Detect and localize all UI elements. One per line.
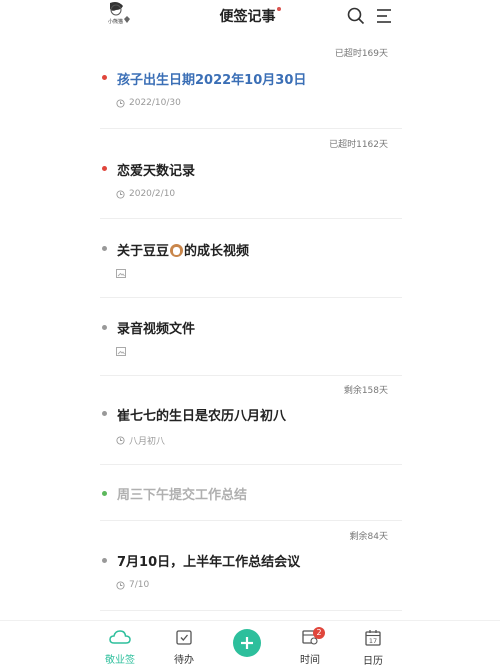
note-meta bbox=[116, 269, 130, 278]
note-title: 孩子出生日期2022年10月30日 bbox=[117, 73, 307, 88]
checklist-icon bbox=[176, 630, 192, 645]
status-dot bbox=[102, 246, 107, 251]
note-title: 录音视频文件 bbox=[117, 322, 196, 337]
note-list: 已超时169天 孩子出生日期2022年10月30日 2022/10/30 已超时… bbox=[100, 36, 402, 611]
tab-notes[interactable]: 敬业签 bbox=[100, 629, 140, 666]
page-title: 便签记事 bbox=[0, 6, 500, 26]
note-meta: 7/10 bbox=[116, 580, 149, 590]
cloud-icon bbox=[109, 630, 131, 644]
status-badge: 已超时169天 bbox=[334, 49, 388, 59]
image-icon bbox=[116, 269, 126, 278]
calendar-day-number: 17 bbox=[369, 637, 377, 645]
list-item[interactable]: 已超时1162天 恋爱天数记录 2020/2/10 bbox=[100, 129, 402, 219]
note-title: 崔七七的生日是农历八月初八 bbox=[117, 409, 287, 424]
note-date: 八月初八 bbox=[129, 437, 166, 447]
add-note-button[interactable] bbox=[233, 629, 261, 657]
note-title: 恋爱天数记录 bbox=[117, 164, 196, 179]
note-date: 2020/2/10 bbox=[129, 189, 176, 199]
calendar-icon: 17 bbox=[365, 630, 381, 646]
note-meta bbox=[116, 347, 130, 356]
note-meta: 八月初八 bbox=[116, 434, 165, 447]
plus-icon bbox=[241, 637, 253, 649]
clock-icon bbox=[116, 189, 125, 199]
tab-todo[interactable]: 待办 bbox=[164, 629, 204, 666]
note-date: 7/10 bbox=[129, 580, 150, 590]
tab-time[interactable]: 2 时间 bbox=[290, 627, 330, 666]
note-title-part: 的成长视频 bbox=[184, 244, 250, 259]
menu-icon[interactable] bbox=[374, 6, 394, 26]
list-item[interactable]: 周三下午提交工作总结 bbox=[100, 465, 402, 521]
image-icon bbox=[116, 347, 126, 356]
clock-icon bbox=[116, 98, 125, 108]
status-badge: 剩余158天 bbox=[343, 386, 388, 396]
list-item[interactable]: 已超时169天 孩子出生日期2022年10月30日 2022/10/30 bbox=[100, 36, 402, 129]
page-title-text: 便签记事 bbox=[219, 9, 276, 25]
clock-icon bbox=[116, 436, 125, 445]
note-title: 7月10日，上半年工作总结会议 bbox=[117, 555, 301, 570]
list-item[interactable]: 录音视频文件 bbox=[100, 298, 402, 376]
tab-calendar-label: 日历 bbox=[363, 656, 383, 667]
list-item[interactable]: 剩余158天 崔七七的生日是农历八月初八 八月初八 bbox=[100, 376, 402, 465]
status-dot bbox=[102, 166, 107, 171]
notification-badge: 2 bbox=[313, 627, 325, 639]
status-dot bbox=[102, 325, 107, 330]
note-title-part: 关于豆豆 bbox=[117, 244, 170, 259]
status-dot bbox=[102, 558, 107, 563]
app-header: 小熊猫 便签记事 bbox=[0, 0, 500, 36]
list-item[interactable]: 剩余84天 7月10日，上半年工作总结会议 7/10 bbox=[100, 521, 402, 611]
status-dot bbox=[102, 411, 107, 416]
clock-icon bbox=[116, 580, 125, 590]
bottom-tab-bar: 敬业签 待办 2 时间 17 日历 bbox=[0, 620, 500, 667]
search-icon[interactable] bbox=[346, 6, 366, 26]
status-badge: 已超时1162天 bbox=[329, 140, 388, 150]
tab-calendar[interactable]: 17 日历 bbox=[353, 629, 393, 667]
note-meta: 2020/2/10 bbox=[116, 189, 175, 199]
list-item[interactable]: 关于豆豆 的成长视频 bbox=[100, 219, 402, 298]
status-dot bbox=[102, 491, 107, 496]
note-title: 周三下午提交工作总结 bbox=[117, 488, 248, 503]
note-meta: 2022/10/30 bbox=[116, 98, 181, 108]
note-title: 关于豆豆 的成长视频 bbox=[117, 240, 249, 259]
dog-emoji-icon bbox=[170, 244, 184, 257]
status-badge: 剩余84天 bbox=[349, 532, 388, 542]
note-date: 2022/10/30 bbox=[129, 98, 181, 108]
status-dot bbox=[102, 75, 107, 80]
title-dot bbox=[276, 7, 281, 11]
